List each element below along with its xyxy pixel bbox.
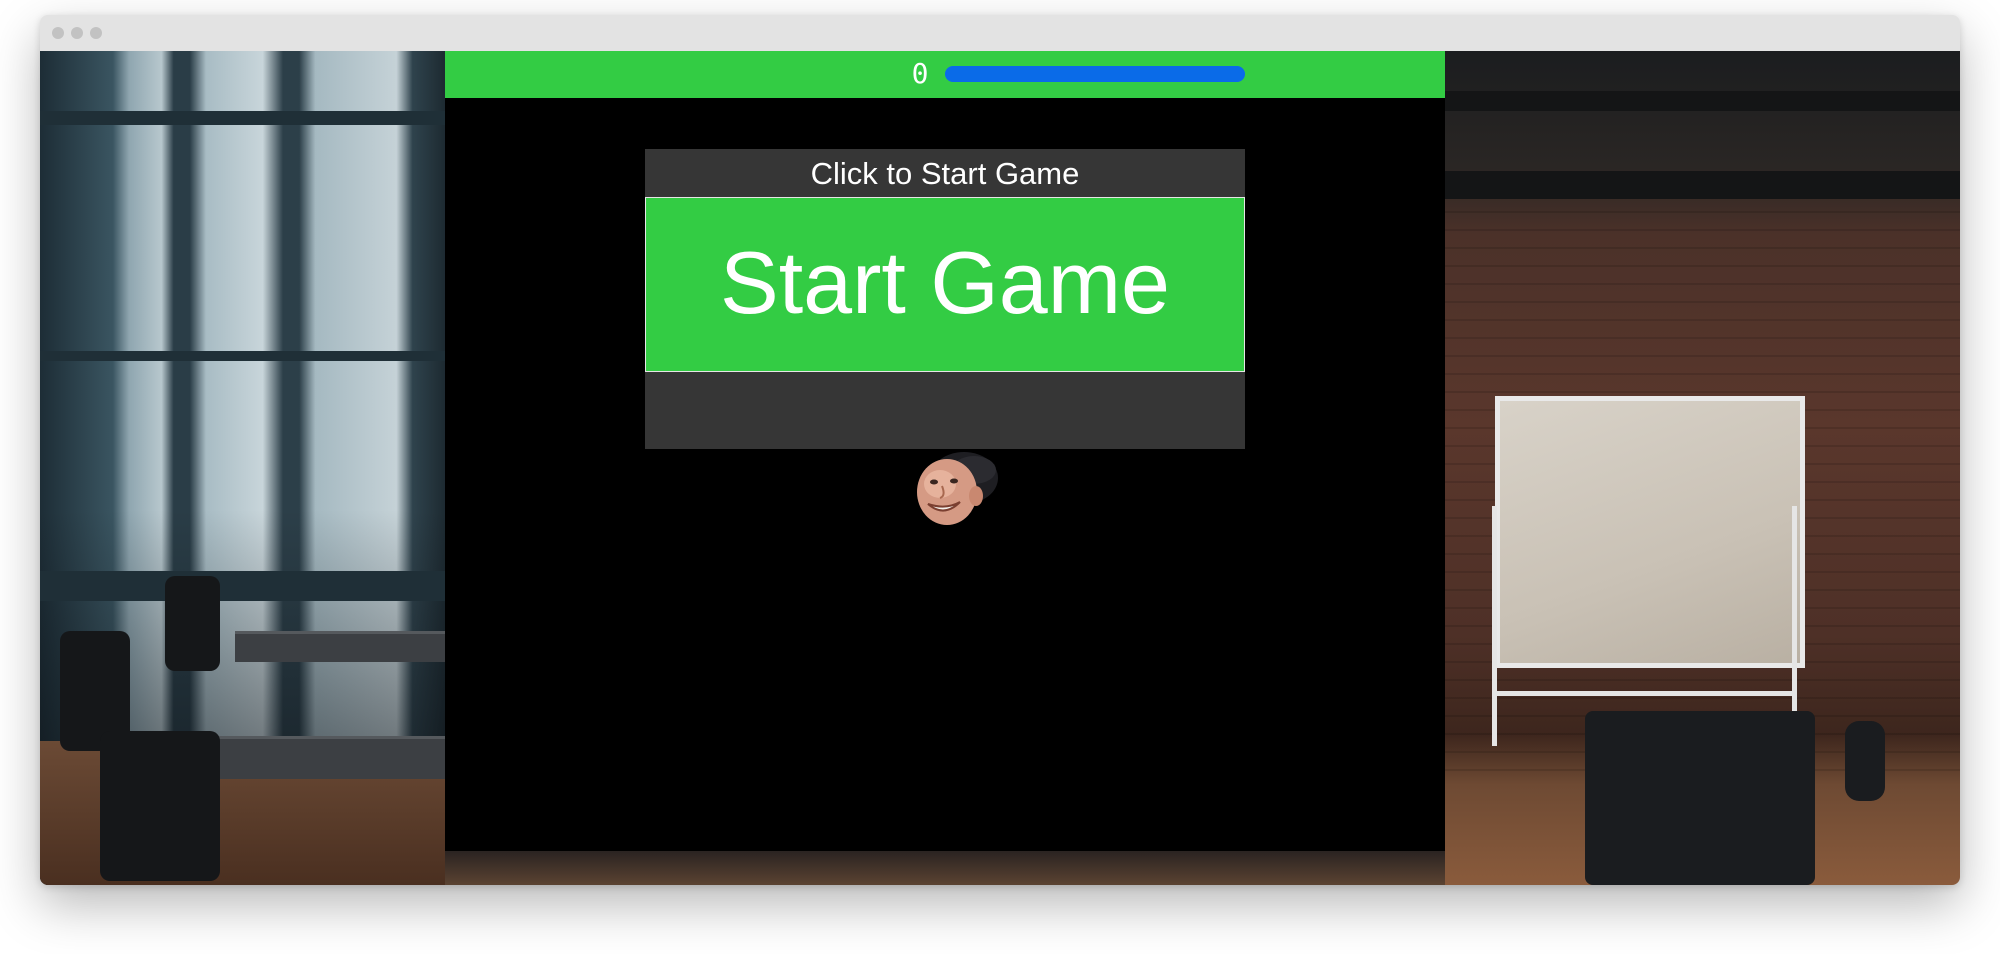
ceiling-beam [1445,171,1960,199]
player-face-icon [902,448,1006,534]
window-zoom-dot[interactable] [90,27,102,39]
whiteboard [1495,396,1805,668]
start-panel: Click to Start Game Start Game [645,149,1245,449]
page-viewport: 0 Click to Start Game Start Game [40,51,1960,885]
score-counter: 0 [911,57,929,90]
office-chair [1585,711,1815,885]
water-bottle [1845,721,1885,801]
window-sill [40,571,445,601]
game-hud: 0 [445,51,1445,98]
ceiling-beam [1445,91,1960,111]
start-panel-title: Click to Start Game [810,156,1080,191]
start-game-button[interactable]: Start Game [645,197,1245,372]
window-close-dot[interactable] [52,27,64,39]
browser-window: 0 Click to Start Game Start Game [40,15,1960,885]
window-titlebar [40,15,1960,51]
health-bar-fill [945,66,1245,82]
window-frame [40,111,445,125]
desk [235,631,445,662]
desk [190,736,445,779]
whiteboard-leg [1792,506,1797,746]
office-chair [165,576,220,671]
floor-strip [445,851,1445,885]
game-canvas[interactable]: 0 Click to Start Game Start Game [445,51,1445,851]
window-minimize-dot[interactable] [71,27,83,39]
whiteboard-base [1492,691,1797,696]
office-chair [100,731,220,881]
whiteboard-leg [1492,506,1497,746]
window-frame [40,351,445,361]
health-bar [945,66,1245,82]
